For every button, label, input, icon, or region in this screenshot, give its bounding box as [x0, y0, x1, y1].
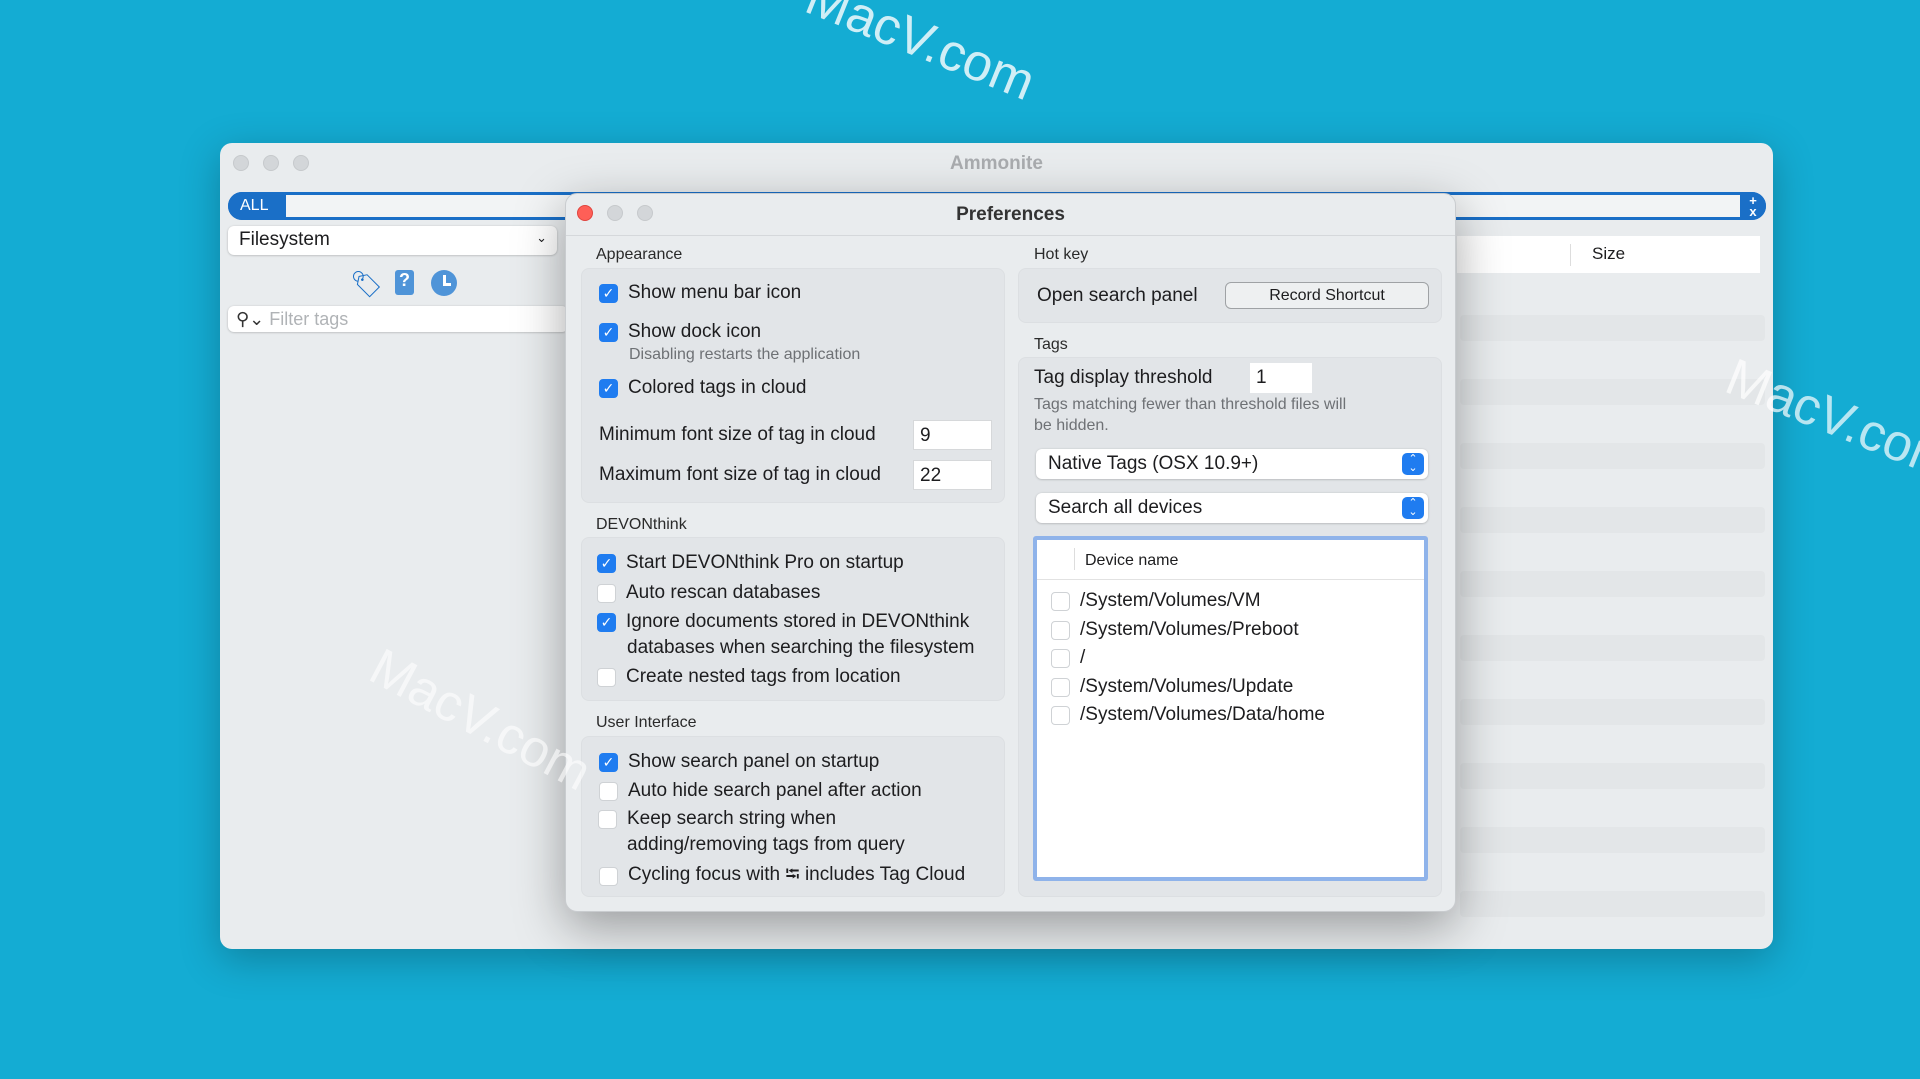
- selected-value: Native Tags (OSX 10.9+): [1048, 453, 1259, 474]
- checkbox-icon: [597, 583, 616, 603]
- device-name: /System/Volumes/Data/home: [1080, 704, 1325, 725]
- label: Show dock icon: [628, 321, 762, 342]
- selected-value: Search all devices: [1048, 497, 1203, 518]
- section-tags: Tags: [1034, 336, 1068, 353]
- column-device-name[interactable]: Device name: [1085, 552, 1178, 570]
- ignore-documents-label-cont: databases when searching the filesystem: [627, 637, 975, 658]
- checkbox-icon: ✓: [597, 612, 616, 632]
- updown-chevron-icon: ⌃ ⌄: [1402, 453, 1424, 475]
- min-font-input[interactable]: 9: [913, 420, 992, 450]
- threshold-hint: Tags matching fewer than threshold files…: [1034, 396, 1347, 413]
- device-table[interactable]: Device name /System/Volumes/VM /System/V…: [1033, 536, 1428, 881]
- checkbox-icon: [598, 809, 617, 829]
- open-search-panel-label: Open search panel: [1037, 285, 1198, 306]
- device-name: /System/Volumes/Preboot: [1080, 619, 1299, 640]
- dock-hint: Disabling restarts the application: [629, 346, 861, 363]
- section-appearance: Appearance: [596, 246, 683, 263]
- start-devonthink-checkbox[interactable]: ✓ Start DEVONthink Pro on startup: [597, 552, 904, 574]
- search-icon: ⚲⌄: [236, 309, 265, 329]
- filter-tags-input[interactable]: ⚲⌄ Filter tags: [228, 306, 568, 332]
- device-row[interactable]: /: [1051, 647, 1085, 669]
- updown-chevron-icon: ⌃ ⌄: [1402, 497, 1424, 519]
- label: Keep search string when: [627, 808, 837, 829]
- device-row[interactable]: /System/Volumes/VM: [1051, 590, 1261, 612]
- chevron-down-icon: ⌄: [536, 230, 547, 245]
- label: Start DEVONthink Pro on startup: [626, 552, 904, 573]
- section-user-interface: User Interface: [596, 714, 697, 731]
- threshold-hint-cont: be hidden.: [1034, 417, 1109, 434]
- device-name: /: [1080, 647, 1086, 668]
- recent-clock-icon[interactable]: [431, 270, 457, 296]
- device-table-header: Device name: [1037, 540, 1424, 580]
- checkbox-icon: ✓: [599, 322, 618, 342]
- label: Show menu bar icon: [628, 282, 802, 303]
- label: Show search panel on startup: [628, 751, 880, 772]
- label: Auto rescan databases: [626, 582, 821, 603]
- nested-tags-checkbox[interactable]: Create nested tags from location: [597, 666, 901, 688]
- checkbox-icon: ✓: [599, 283, 618, 303]
- checkbox-icon[interactable]: [1051, 591, 1070, 611]
- ignore-documents-checkbox[interactable]: ✓ Ignore documents stored in DEVONthink: [597, 611, 969, 633]
- max-font-input[interactable]: 22: [913, 460, 992, 490]
- auto-rescan-checkbox[interactable]: Auto rescan databases: [597, 582, 820, 604]
- threshold-label: Tag display threshold: [1034, 367, 1213, 388]
- label: Cycling focus with ⭾ includes Tag Cloud: [628, 864, 966, 885]
- checkbox-icon[interactable]: [1051, 705, 1070, 725]
- window-title: Ammonite: [950, 153, 1043, 174]
- min-font-label: Minimum font size of tag in cloud: [599, 424, 876, 445]
- source-select[interactable]: Filesystem ⌄: [228, 226, 557, 255]
- show-panel-checkbox[interactable]: ✓ Show search panel on startup: [599, 751, 879, 773]
- checkbox-icon[interactable]: [1051, 648, 1070, 668]
- checkbox-icon[interactable]: [1051, 677, 1070, 697]
- checkbox-icon: ✓: [599, 378, 618, 398]
- colored-tags-checkbox[interactable]: ✓ Colored tags in cloud: [599, 377, 807, 399]
- filter-placeholder: Filter tags: [269, 309, 349, 329]
- keep-string-checkbox[interactable]: Keep search string when: [598, 808, 836, 830]
- threshold-input[interactable]: 1: [1250, 363, 1312, 393]
- checkbox-icon[interactable]: [1051, 620, 1070, 640]
- column-size[interactable]: Size: [1592, 244, 1625, 264]
- watermark: MacV.com: [797, 0, 1043, 112]
- checkbox-icon: ✓: [599, 752, 618, 772]
- dialog-title: Preferences: [956, 204, 1065, 225]
- device-row[interactable]: /System/Volumes/Data/home: [1051, 704, 1325, 726]
- device-name: /System/Volumes/VM: [1080, 590, 1261, 611]
- auto-hide-checkbox[interactable]: Auto hide search panel after action: [599, 780, 922, 802]
- keep-string-label-cont: adding/removing tags from query: [627, 834, 905, 855]
- tag-type-select[interactable]: Native Tags (OSX 10.9+) ⌃ ⌄: [1036, 449, 1428, 479]
- section-hotkey: Hot key: [1034, 246, 1089, 263]
- untagged-file-icon[interactable]: ?: [395, 270, 414, 295]
- label: Colored tags in cloud: [628, 377, 807, 398]
- label: Ignore documents stored in DEVONthink: [626, 611, 970, 632]
- device-name: /System/Volumes/Update: [1080, 676, 1294, 697]
- device-row[interactable]: /System/Volumes/Preboot: [1051, 619, 1299, 641]
- add-clear-button[interactable]: + x: [1740, 192, 1766, 220]
- table-header: Size: [1457, 236, 1760, 273]
- max-font-label: Maximum font size of tag in cloud: [599, 464, 881, 485]
- tag-icon[interactable]: 🏷︎: [350, 269, 383, 299]
- cycling-focus-checkbox[interactable]: Cycling focus with ⭾ includes Tag Cloud: [599, 860, 965, 892]
- section-devonthink: DEVONthink: [596, 516, 687, 533]
- checkbox-icon: [599, 866, 618, 886]
- checkbox-icon: [599, 781, 618, 801]
- checkbox-icon: ✓: [597, 553, 616, 573]
- device-row[interactable]: /System/Volumes/Update: [1051, 676, 1293, 698]
- preferences-dialog: Preferences Appearance ✓ Show menu bar ic…: [565, 193, 1456, 912]
- device-scope-select[interactable]: Search all devices ⌃ ⌄: [1036, 493, 1428, 523]
- scope-all-button[interactable]: ALL: [228, 192, 286, 220]
- show-dock-icon-checkbox[interactable]: ✓ Show dock icon: [599, 321, 761, 343]
- checkbox-icon: [597, 667, 616, 687]
- source-value: Filesystem: [239, 229, 330, 250]
- show-menu-bar-icon-checkbox[interactable]: ✓ Show menu bar icon: [599, 282, 801, 304]
- record-shortcut-button[interactable]: Record Shortcut: [1225, 282, 1429, 309]
- label: Auto hide search panel after action: [628, 780, 922, 801]
- label: Create nested tags from location: [626, 666, 901, 687]
